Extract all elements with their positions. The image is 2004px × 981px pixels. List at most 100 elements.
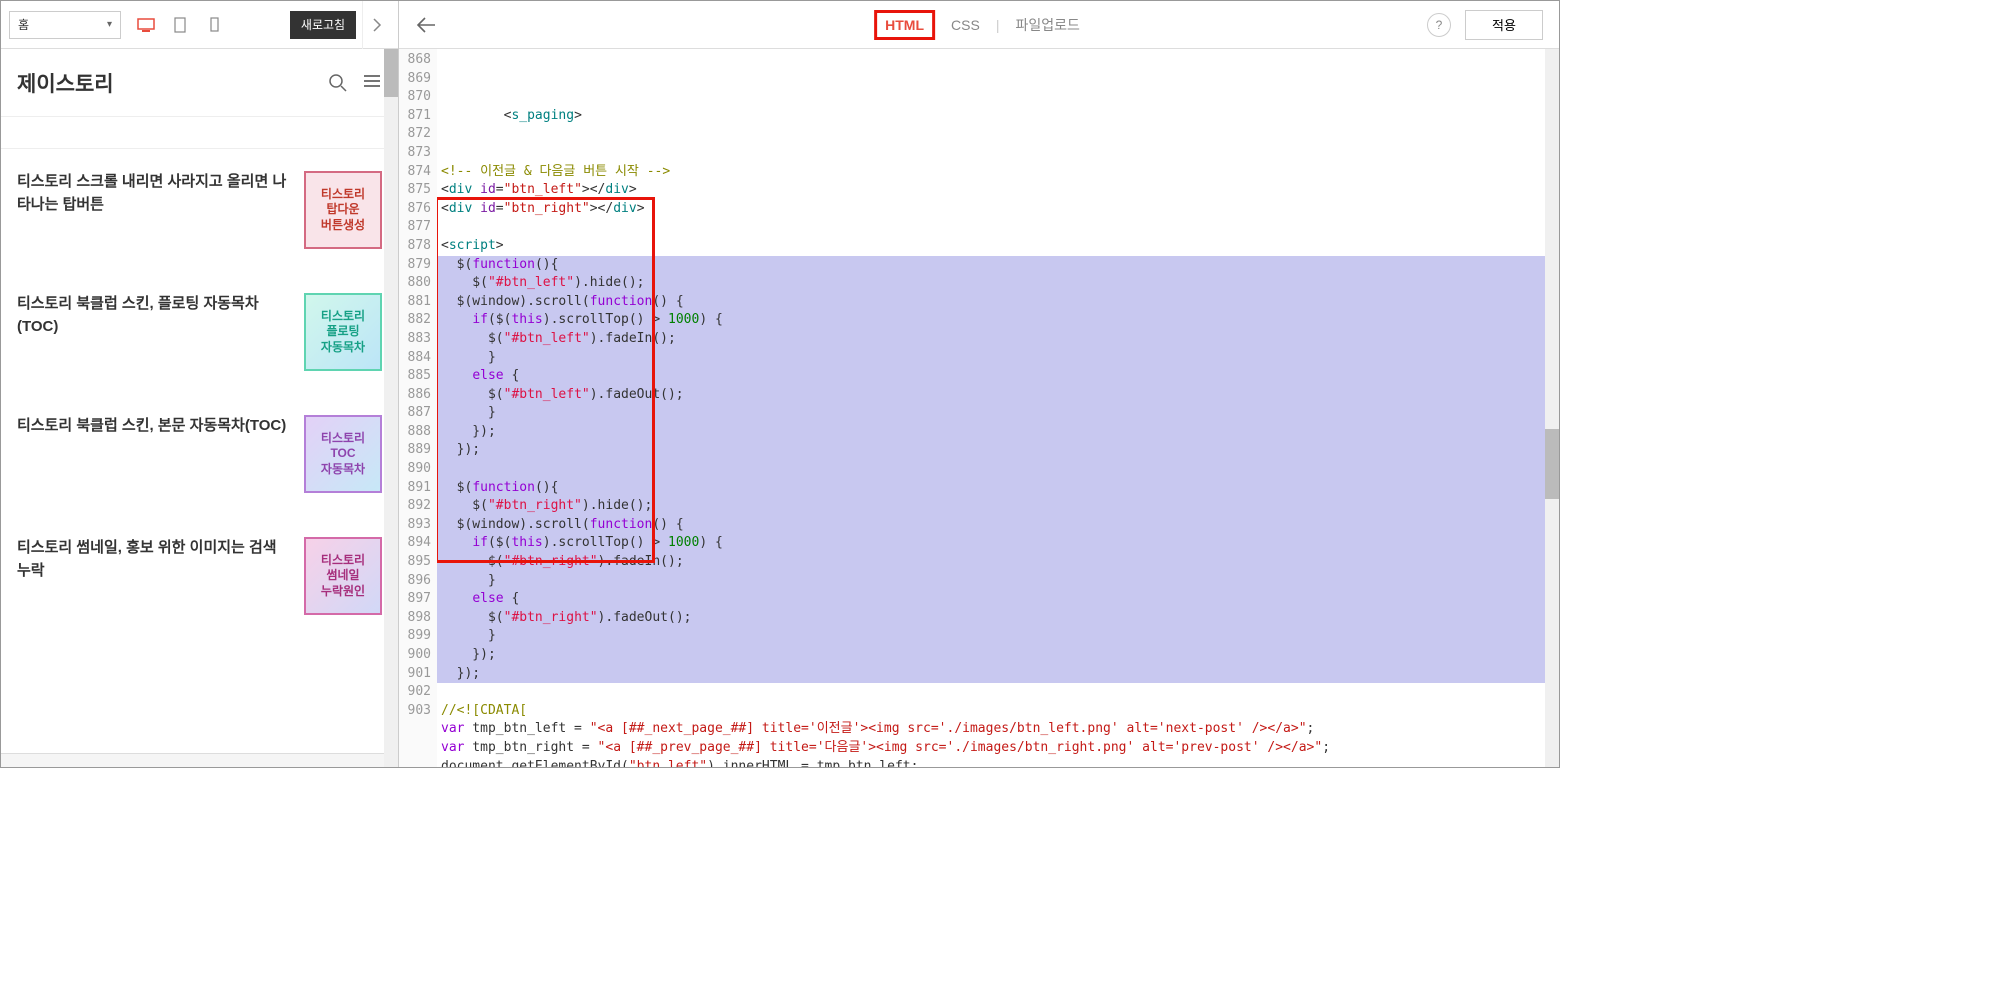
code-line: }: [437, 404, 1559, 423]
tablet-icon[interactable]: [165, 11, 195, 39]
post-thumbnail: 티스토리탑다운버튼생성: [304, 171, 382, 249]
line-number: 877: [399, 218, 431, 237]
line-number: 878: [399, 237, 431, 256]
code-line: $("#btn_left").fadeIn();: [437, 330, 1559, 349]
line-number: 871: [399, 107, 431, 126]
code-line: //<![CDATA[: [437, 702, 1559, 721]
code-line: [437, 460, 1559, 479]
tab-css[interactable]: CSS: [947, 15, 984, 35]
desktop-icon[interactable]: [131, 11, 161, 39]
back-arrow-icon[interactable]: [415, 16, 445, 34]
code-line: <div id="btn_left"></div>: [437, 181, 1559, 200]
line-number: 872: [399, 125, 431, 144]
code-line: }: [437, 349, 1559, 368]
refresh-button[interactable]: 새로고침: [290, 11, 356, 39]
post-title: 티스토리 북클럽 스킨, 플로팅 자동목차(TOC): [17, 293, 292, 338]
code-line: $("#btn_right").fadeOut();: [437, 609, 1559, 628]
line-number: 892: [399, 497, 431, 516]
code-line: $(function(){: [437, 479, 1559, 498]
tab-html[interactable]: HTML: [874, 10, 935, 40]
code-line: var tmp_btn_left = "<a [##_next_page_##]…: [437, 720, 1559, 739]
post-thumbnail: 티스토리플로팅자동목차: [304, 293, 382, 371]
line-number: 887: [399, 404, 431, 423]
code-line: else {: [437, 590, 1559, 609]
editor-toolbar: HTML CSS | 파일업로드 ? 적용: [399, 1, 1559, 49]
code-line: });: [437, 665, 1559, 684]
code-line: else {: [437, 367, 1559, 386]
line-number: 870: [399, 88, 431, 107]
menu-icon[interactable]: [362, 73, 382, 93]
line-number: 876: [399, 200, 431, 219]
post-item[interactable]: 티스토리 북클럽 스킨, 본문 자동목차(TOC) 티스토리TOC자동목차: [17, 393, 382, 515]
line-number: 874: [399, 163, 431, 182]
code-line: document.getElementById("btn_left").inne…: [437, 758, 1559, 767]
editor-panel: HTML CSS | 파일업로드 ? 적용 868869870871872873…: [399, 1, 1559, 767]
code-line: }: [437, 572, 1559, 591]
code-line: [437, 144, 1559, 163]
mobile-icon[interactable]: [199, 11, 229, 39]
code-area[interactable]: <s_paging> <!-- 이전글 & 다음글 버튼 시작 --><div …: [437, 49, 1559, 767]
code-line: $("#btn_right").fadeIn();: [437, 553, 1559, 572]
line-number: 885: [399, 367, 431, 386]
code-line: <script>: [437, 237, 1559, 256]
expand-right-icon[interactable]: [362, 1, 390, 49]
code-line: $("#btn_left").fadeOut();: [437, 386, 1559, 405]
line-number: 886: [399, 386, 431, 405]
line-number: 880: [399, 274, 431, 293]
code-line: });: [437, 441, 1559, 460]
post-title: 티스토리 북클럽 스킨, 본문 자동목차(TOC): [17, 415, 292, 438]
preview-frame: 제이스토리 티스토리 스크롤 내리면 사라지고 올리면 나타나는 탑버튼티스토리…: [1, 49, 398, 753]
code-line: [437, 125, 1559, 144]
apply-button[interactable]: 적용: [1465, 10, 1543, 40]
line-number: 900: [399, 646, 431, 665]
code-line: <!-- 이전글 & 다음글 버튼 시작 -->: [437, 163, 1559, 182]
code-line: $(window).scroll(function() {: [437, 516, 1559, 535]
line-number: 895: [399, 553, 431, 572]
preview-toolbar: 홈 ▾ 새로고침: [1, 1, 398, 49]
post-title: 티스토리 썸네일, 홍보 위한 이미지는 검색 누락: [17, 537, 292, 582]
search-icon[interactable]: [328, 73, 348, 93]
line-number: 902: [399, 683, 431, 702]
post-title: 티스토리 스크롤 내리면 사라지고 올리면 나타나는 탑버튼: [17, 171, 292, 216]
code-line: $("#btn_left").hide();: [437, 274, 1559, 293]
dropdown-label: 홈: [18, 16, 29, 33]
line-number: 903: [399, 702, 431, 721]
line-number: 868: [399, 51, 431, 70]
scroll-thumb[interactable]: [1545, 429, 1559, 499]
code-line: <div id="btn_right"></div>: [437, 200, 1559, 219]
line-number: 889: [399, 441, 431, 460]
site-header: 제이스토리: [1, 49, 398, 117]
preview-scrollbar[interactable]: [384, 49, 398, 767]
code-line: [437, 218, 1559, 237]
post-item[interactable]: 티스토리 북클럽 스킨, 플로팅 자동목차(TOC) 티스토리플로팅자동목차: [17, 271, 382, 393]
line-number: 898: [399, 609, 431, 628]
line-number: 890: [399, 460, 431, 479]
line-number: 879: [399, 256, 431, 275]
code-line: [437, 683, 1559, 702]
code-line: $(window).scroll(function() {: [437, 293, 1559, 312]
post-list: 티스토리 스크롤 내리면 사라지고 올리면 나타나는 탑버튼 티스토리탑다운버튼생…: [1, 149, 398, 637]
code-line: });: [437, 646, 1559, 665]
line-number: 884: [399, 349, 431, 368]
page-dropdown[interactable]: 홈 ▾: [9, 11, 121, 39]
line-number: 869: [399, 70, 431, 89]
preview-panel: 홈 ▾ 새로고침 제이스토리: [1, 1, 399, 767]
tab-upload[interactable]: 파일업로드: [1011, 13, 1083, 37]
code-line: <s_paging>: [437, 107, 1559, 126]
scroll-thumb[interactable]: [384, 49, 398, 97]
line-number: 882: [399, 311, 431, 330]
post-item[interactable]: 티스토리 썸네일, 홍보 위한 이미지는 검색 누락 티스토리썸네일누락원인: [17, 515, 382, 637]
code-editor[interactable]: 8688698708718728738748758768778788798808…: [399, 49, 1559, 767]
post-item[interactable]: 티스토리 스크롤 내리면 사라지고 올리면 나타나는 탑버튼 티스토리탑다운버튼생…: [17, 149, 382, 271]
editor-scrollbar[interactable]: [1545, 49, 1559, 767]
line-number: 899: [399, 627, 431, 646]
code-line: $(function(){: [437, 256, 1559, 275]
horizontal-scrollbar[interactable]: [1, 753, 398, 767]
help-button[interactable]: ?: [1427, 13, 1451, 37]
post-thumbnail: 티스토리썸네일누락원인: [304, 537, 382, 615]
line-number: 873: [399, 144, 431, 163]
line-number: 881: [399, 293, 431, 312]
post-thumbnail: 티스토리TOC자동목차: [304, 415, 382, 493]
tab-separator: |: [996, 17, 1000, 33]
line-number: 893: [399, 516, 431, 535]
